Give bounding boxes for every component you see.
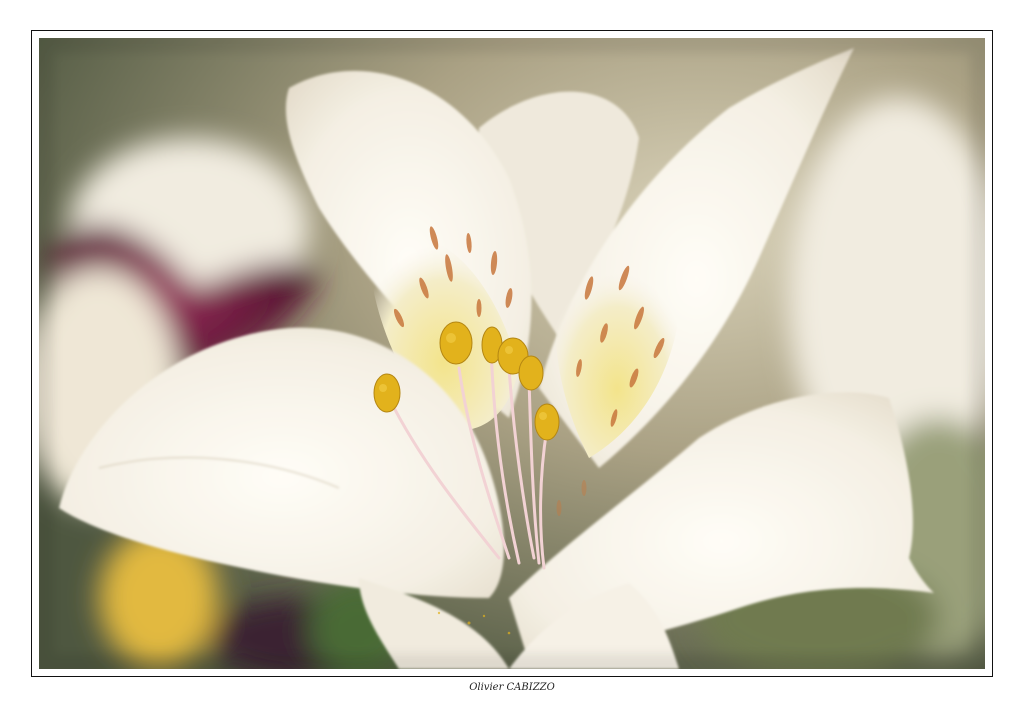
photographer-signature: Olivier CABIZZO [469, 682, 555, 693]
flower-photo [39, 38, 985, 669]
